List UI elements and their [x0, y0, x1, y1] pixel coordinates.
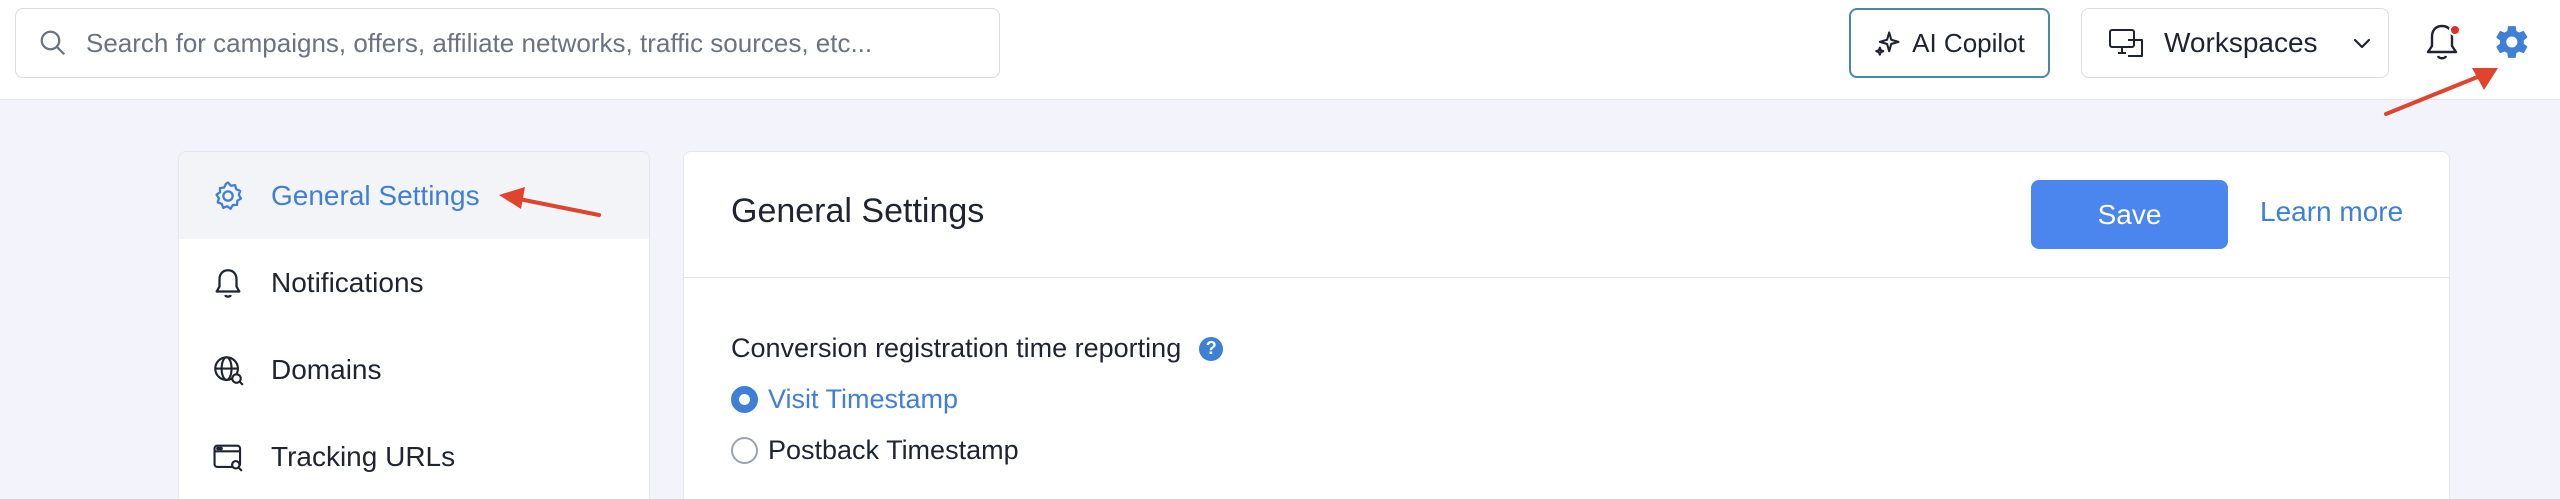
- bell-icon: [215, 268, 241, 298]
- radio-label: Postback Timestamp: [768, 435, 1019, 465]
- sidebar-item-label: Domains: [271, 353, 382, 385]
- section-label-text: Conversion registration time reporting: [731, 333, 1182, 363]
- ai-copilot-button[interactable]: AI Copilot: [1849, 8, 2050, 78]
- sidebar-item-domains[interactable]: Domains: [179, 326, 649, 413]
- radio-postback-timestamp[interactable]: Postback Timestamp: [731, 435, 1019, 466]
- radio-label: Visit Timestamp: [768, 384, 959, 414]
- workspaces-icon: [2109, 29, 2143, 57]
- annotation-arrow-general-settings: [499, 187, 601, 217]
- workspaces-label: Workspaces: [2164, 27, 2318, 58]
- general-settings-panel: General Settings Save Learn more Convers…: [683, 151, 2450, 499]
- sparkle-icon: [1875, 31, 1900, 56]
- annotation-arrow-gear: [2384, 68, 2498, 116]
- search-input[interactable]: [86, 27, 999, 59]
- notification-dot: [2449, 24, 2461, 36]
- browser-search-icon: [213, 444, 243, 472]
- top-bar: AI Copilot Workspaces: [0, 0, 2560, 100]
- ai-copilot-label: AI Copilot: [1912, 27, 2025, 58]
- gear-outline-icon: [215, 180, 243, 210]
- save-button[interactable]: Save: [2031, 180, 2228, 249]
- radio-button-unchecked[interactable]: [731, 437, 758, 464]
- panel-header: General Settings Save Learn more: [684, 152, 2449, 278]
- sidebar-item-notifications[interactable]: Notifications: [179, 239, 649, 326]
- search-box[interactable]: [15, 8, 1000, 78]
- search-icon: [40, 30, 66, 56]
- workspaces-dropdown[interactable]: Workspaces: [2081, 8, 2389, 78]
- sidebar-item-label: Tracking URLs: [271, 440, 456, 472]
- help-icon[interactable]: ?: [1199, 336, 1224, 361]
- globe-search-icon: [214, 355, 244, 386]
- conversion-time-section-label: Conversion registration time reporting ?: [731, 333, 1224, 364]
- sidebar-item-label: Notifications: [271, 266, 424, 298]
- sidebar-item-label: General Settings: [271, 179, 480, 211]
- settings-gear-icon[interactable]: [2493, 23, 2531, 61]
- radio-button-checked[interactable]: [731, 386, 758, 413]
- sidebar-item-tracking-urls[interactable]: Tracking URLs: [179, 413, 649, 499]
- learn-more-link[interactable]: Learn more: [2260, 196, 2403, 228]
- page-title: General Settings: [731, 192, 985, 230]
- radio-visit-timestamp[interactable]: Visit Timestamp: [731, 384, 958, 415]
- chevron-down-icon: [2353, 38, 2370, 49]
